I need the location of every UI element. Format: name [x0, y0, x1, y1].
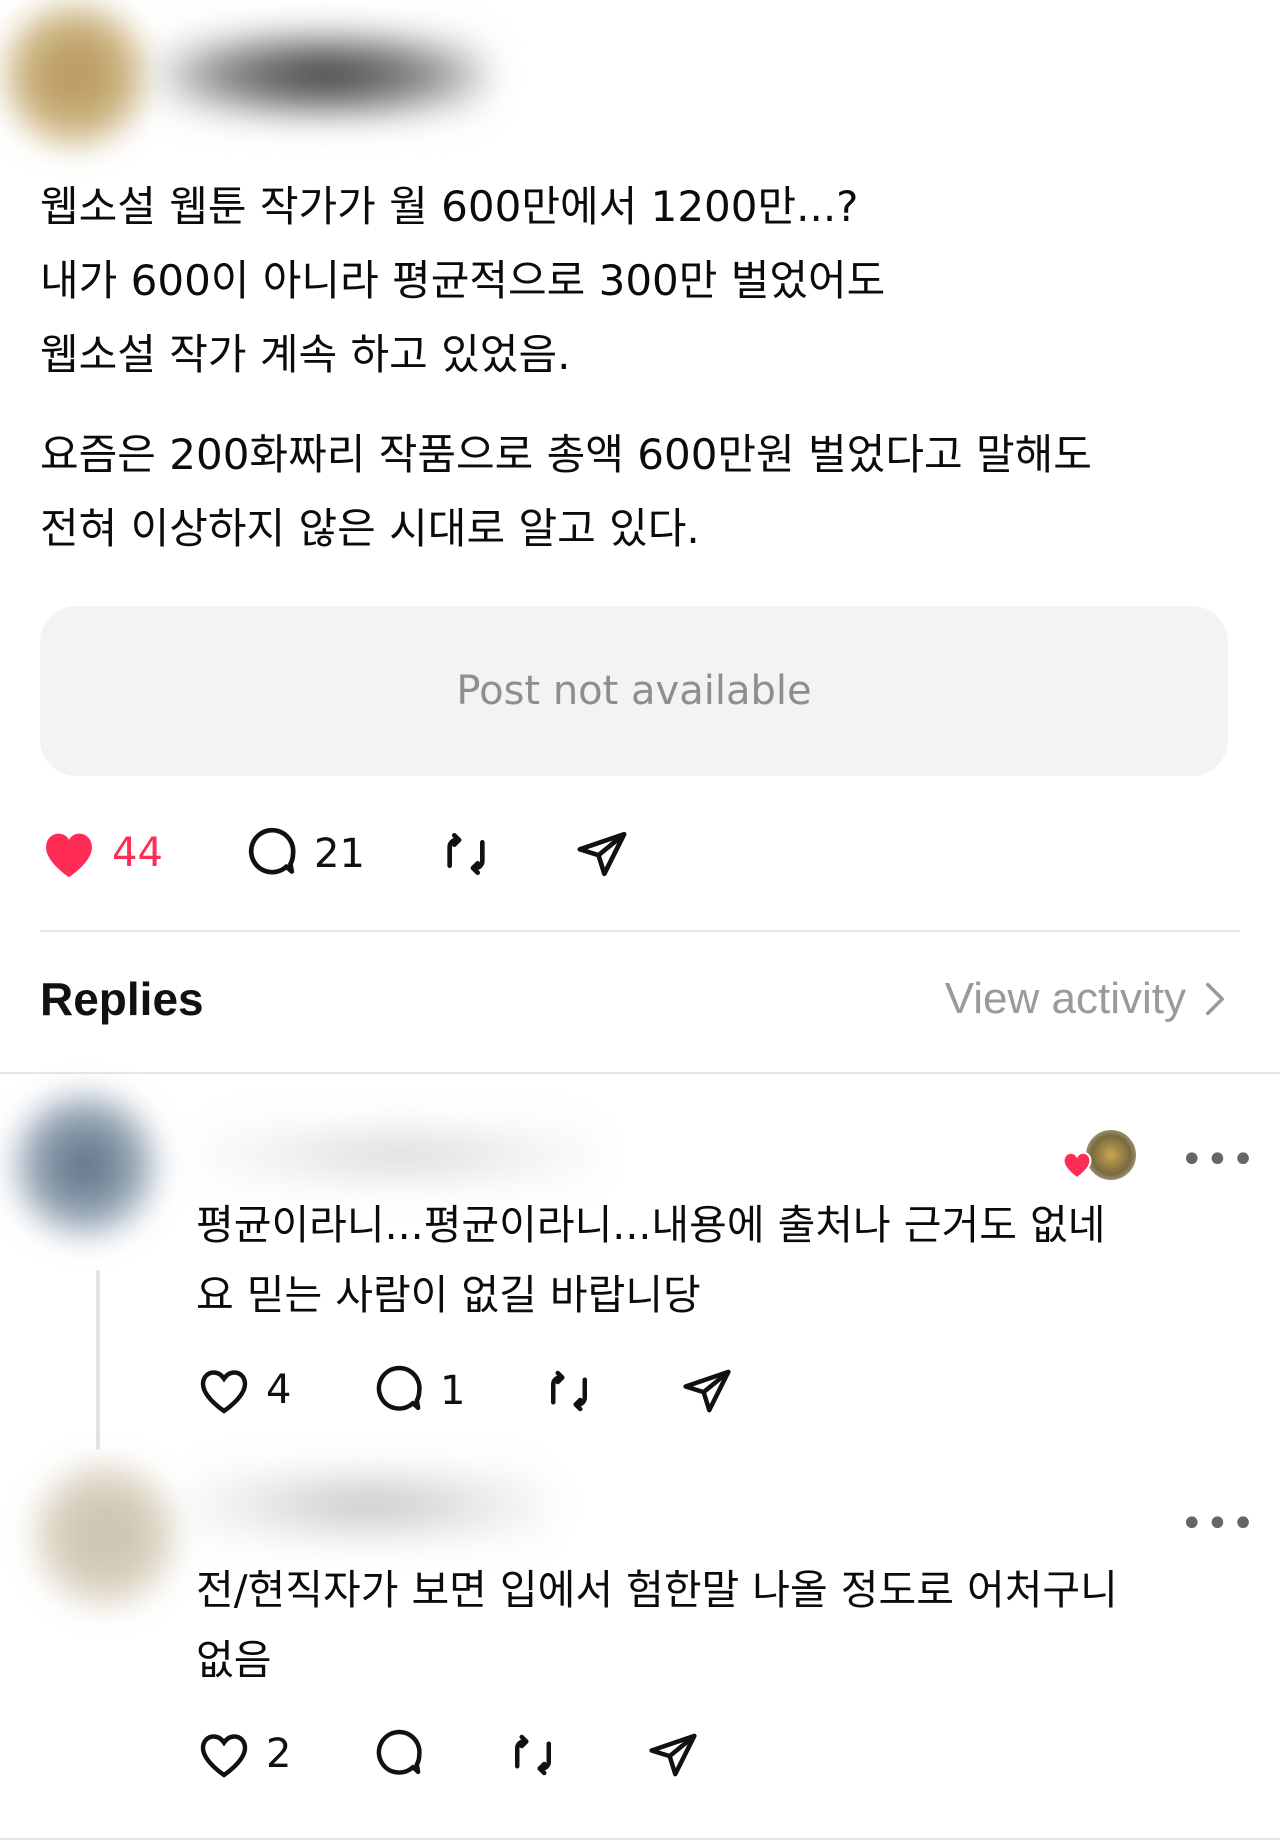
reply-like-count: 2	[266, 1731, 292, 1777]
view-activity-label: View activity	[944, 974, 1186, 1023]
repost-icon	[447, 833, 485, 875]
comment-count: 21	[314, 831, 365, 877]
share-button[interactable]	[574, 826, 630, 882]
share-icon	[683, 1369, 731, 1413]
reply-line: 평균이라니...평균이라니...내용에 출처나 근거도 없네	[196, 1201, 1106, 1249]
reply-text: 평균이라니...평균이라니...내용에 출처나 근거도 없네 요 믿는 사람이 …	[196, 1190, 1236, 1330]
author-avatar[interactable]	[0, 0, 150, 150]
more-icon[interactable]: •••	[1180, 1140, 1257, 1180]
reply-comment-button[interactable]: 1	[372, 1364, 465, 1418]
reply-like-button[interactable]: 4	[196, 1364, 291, 1416]
liked-by-author-badge	[1060, 1128, 1140, 1184]
quoted-post-label: Post not available	[456, 668, 812, 714]
post-line: 요즘은 200화짜리 작품으로 총액 600만원 벌었다고 말해도	[40, 430, 1092, 479]
like-count: 44	[112, 830, 163, 876]
post-text-paragraph-2: 요즘은 200화짜리 작품으로 총액 600만원 벌었다고 말해도 전혀 이상하…	[40, 418, 1240, 566]
like-button[interactable]: 44	[40, 826, 163, 880]
reply-line: 전/현직자가 보면 입에서 험한말 나올 정도로 어처구니	[196, 1566, 1118, 1614]
divider	[0, 1838, 1280, 1840]
repost-button[interactable]	[438, 826, 494, 882]
post-line: 웹소설 작가 계속 하고 있었음.	[40, 330, 571, 379]
author-name[interactable]	[160, 30, 490, 120]
post-line: 내가 600이 아니라 평균적으로 300만 벌었어도	[40, 256, 886, 305]
thread-line	[96, 1270, 100, 1450]
chevron-right-icon	[1206, 982, 1224, 1016]
heart-icon	[200, 1734, 248, 1778]
comment-button[interactable]: 21	[244, 826, 365, 882]
quoted-post-unavailable: Post not available	[40, 606, 1228, 776]
divider	[0, 1072, 1280, 1074]
post-text-paragraph-1: 웹소설 웹툰 작가가 월 600만에서 1200만...? 내가 600이 아니…	[40, 170, 1240, 392]
reply-repost-button[interactable]	[506, 1728, 560, 1782]
divider	[40, 930, 1240, 932]
heart-icon	[200, 1370, 248, 1414]
share-icon	[577, 831, 627, 877]
replies-title: Replies	[40, 973, 204, 1025]
comment-icon	[376, 1365, 422, 1411]
reply-comment-count: 1	[440, 1368, 466, 1414]
reply-line: 없음	[196, 1636, 272, 1684]
reply-avatar[interactable]	[30, 1460, 180, 1610]
reply-comment-button[interactable]	[372, 1728, 426, 1782]
reply-line: 요 믿는 사람이 없길 바랍니당	[196, 1271, 701, 1319]
post-line: 웹소설 웹툰 작가가 월 600만에서 1200만...?	[40, 182, 859, 231]
reply-like-button[interactable]: 2	[196, 1728, 291, 1780]
repost-icon	[551, 1370, 587, 1412]
view-activity-link[interactable]: View activity	[945, 974, 1226, 1024]
reply-username[interactable]	[200, 1120, 600, 1190]
reply-text: 전/현직자가 보면 입에서 험한말 나올 정도로 어처구니 없음	[196, 1555, 1236, 1695]
comment-icon	[248, 827, 296, 875]
reply-like-count: 4	[266, 1367, 292, 1413]
reply-share-button[interactable]	[680, 1364, 734, 1418]
comment-icon	[376, 1729, 422, 1775]
post-line: 전혀 이상하지 않은 시대로 알고 있다.	[40, 504, 700, 553]
share-icon	[649, 1733, 697, 1777]
heart-icon	[46, 833, 92, 878]
reply-share-button[interactable]	[646, 1728, 700, 1782]
repost-icon	[515, 1734, 551, 1776]
reply-repost-button[interactable]	[542, 1364, 596, 1418]
reply-avatar[interactable]	[10, 1090, 160, 1240]
reply-username[interactable]	[190, 1465, 550, 1545]
more-icon[interactable]: •••	[1180, 1504, 1257, 1544]
heart-icon	[1062, 1151, 1092, 1180]
